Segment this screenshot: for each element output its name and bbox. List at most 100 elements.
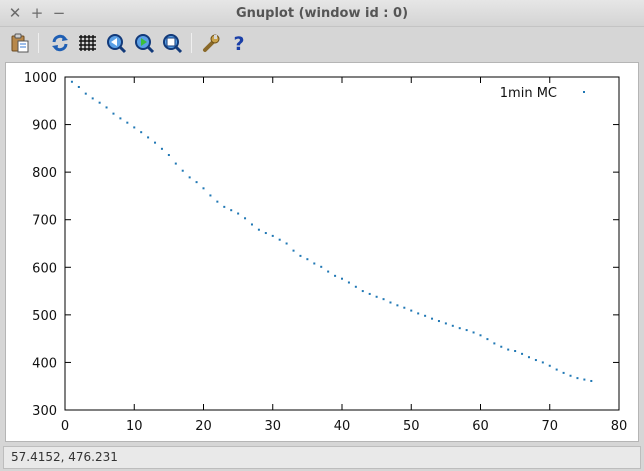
data-point <box>271 234 274 237</box>
data-point <box>569 374 572 377</box>
x-tick-label: 70 <box>541 419 558 434</box>
data-point <box>160 147 163 150</box>
data-point <box>292 249 295 252</box>
window-title: Gnuplot (window id : 0) <box>235 6 409 21</box>
help-button[interactable]: ? <box>228 32 250 54</box>
data-point <box>465 329 468 332</box>
data-point <box>341 277 343 280</box>
data-point <box>514 350 517 353</box>
data-point <box>527 356 530 359</box>
grid-icon <box>79 35 96 51</box>
data-point <box>264 232 267 235</box>
data-point <box>486 338 489 341</box>
data-point <box>313 262 316 265</box>
copy-to-clipboard-button[interactable] <box>9 32 31 54</box>
y-tick-label: 700 <box>32 214 57 229</box>
data-point <box>327 270 330 273</box>
data-point <box>98 101 101 104</box>
x-tick-label: 60 <box>472 419 489 434</box>
data-point <box>112 112 115 115</box>
y-tick-label: 800 <box>32 166 57 181</box>
data-point <box>126 121 129 124</box>
wrench-icon <box>203 34 220 52</box>
data-point <box>403 306 406 309</box>
data-point <box>278 238 281 241</box>
data-point <box>417 312 420 315</box>
data-point <box>424 314 427 317</box>
data-point <box>590 379 593 382</box>
data-point <box>410 309 413 312</box>
zoom-previous-icon <box>107 34 127 54</box>
data-point <box>368 292 371 295</box>
data-point <box>70 80 73 83</box>
data-point <box>334 274 337 277</box>
scatter-plot: 0 10 20 30 40 50 60 70 80 300 400 500 600 700 800 900 10… <box>24 71 628 434</box>
replot-button[interactable] <box>49 32 71 54</box>
data-point <box>354 285 357 288</box>
status-bar: 57.4152, 476.231 <box>3 446 641 469</box>
data-point <box>347 281 350 284</box>
data-point <box>437 320 440 323</box>
data-point <box>77 85 80 88</box>
next-zoom-button[interactable] <box>133 32 155 54</box>
zoom-autoscale-icon <box>163 34 183 54</box>
data-point <box>472 331 475 334</box>
data-point <box>244 217 247 220</box>
data-point <box>320 265 323 268</box>
toolbar-separator <box>191 33 192 53</box>
data-point <box>250 223 253 226</box>
data-point <box>133 126 136 129</box>
data-point <box>188 176 191 179</box>
data-point <box>375 295 378 298</box>
data-point <box>140 131 143 134</box>
data-point <box>493 342 496 345</box>
data-point <box>147 136 150 139</box>
data-point <box>167 154 170 157</box>
data-point <box>230 209 233 212</box>
legend-marker <box>583 91 585 93</box>
x-tick-label: 0 <box>61 419 69 434</box>
autoscale-button[interactable] <box>161 32 183 54</box>
data-point <box>541 361 544 364</box>
data-point <box>257 228 260 231</box>
previous-zoom-button[interactable] <box>105 32 127 54</box>
data-point <box>209 194 212 197</box>
data-point <box>396 304 399 307</box>
data-point <box>119 117 122 120</box>
y-tick-label: 1000 <box>24 71 57 86</box>
data-point <box>216 200 219 203</box>
data-point <box>84 92 87 95</box>
data-point <box>500 345 503 348</box>
data-point <box>458 327 461 330</box>
data-point <box>548 364 551 367</box>
data-point <box>444 322 447 325</box>
data-point <box>154 141 157 144</box>
y-tick-label: 900 <box>32 119 57 134</box>
zoom-next-icon <box>135 34 155 54</box>
data-point <box>562 371 565 374</box>
toggle-grid-button[interactable] <box>77 32 99 54</box>
configure-button[interactable] <box>200 32 222 54</box>
refresh-icon <box>52 34 68 52</box>
x-tick-label: 30 <box>264 419 281 434</box>
data-point <box>507 348 510 351</box>
data-point <box>431 317 434 320</box>
x-tick-label: 80 <box>611 419 628 434</box>
toolbar-separator <box>38 33 39 53</box>
x-tick-label: 10 <box>126 419 143 434</box>
svg-text:?: ? <box>233 33 244 54</box>
data-point <box>534 359 537 362</box>
title-bar: ✕ + − Gnuplot (window id : 0) <box>0 0 644 27</box>
plot-canvas[interactable]: 0 10 20 30 40 50 60 70 80 300 400 500 600 700 800 900 10… <box>5 62 639 442</box>
data-point <box>202 187 205 190</box>
y-tick-label: 600 <box>32 261 57 276</box>
data-point <box>451 324 454 327</box>
x-tick-label: 20 <box>195 419 212 434</box>
data-point <box>223 205 226 208</box>
data-point <box>91 97 94 100</box>
data-point <box>479 334 482 337</box>
data-point <box>521 352 524 355</box>
data-point <box>285 242 288 245</box>
x-tick-label: 50 <box>403 419 420 434</box>
data-point <box>583 378 586 381</box>
